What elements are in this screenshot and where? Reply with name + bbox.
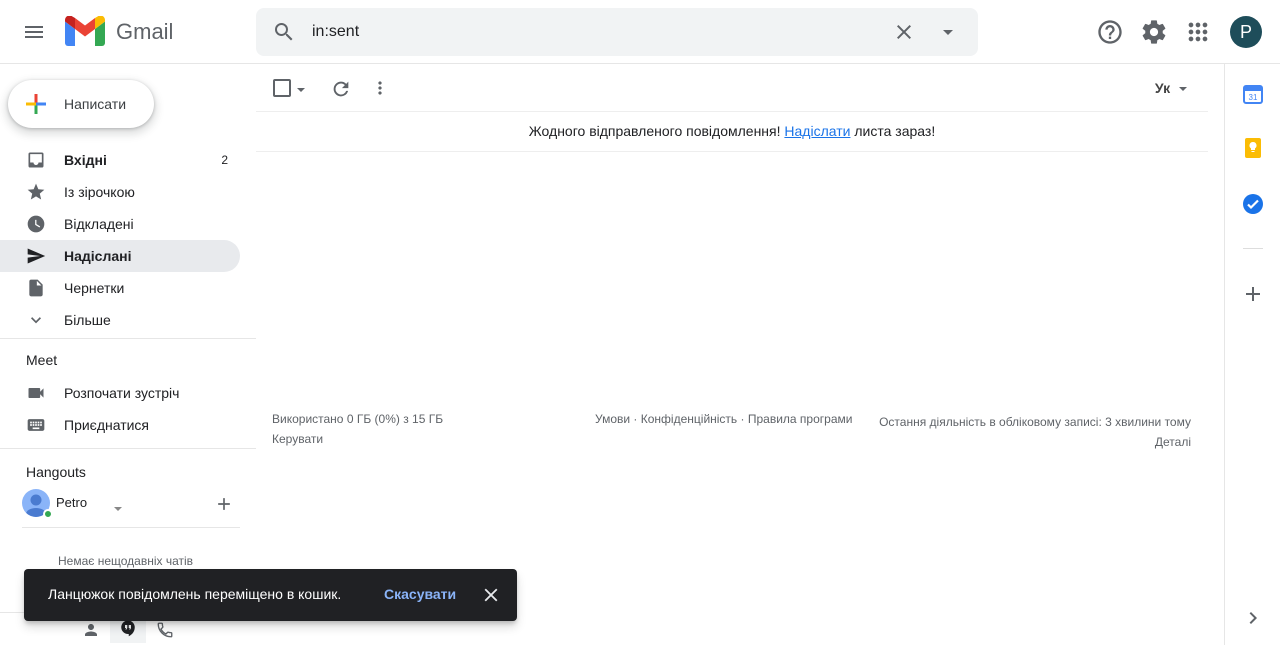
add-addon-plus-icon[interactable] <box>1241 282 1265 311</box>
calendar-day: 31 <box>1249 93 1258 102</box>
sidebar-item-label: Відкладені <box>64 216 134 232</box>
side-panel: 31 <box>1224 64 1280 645</box>
search-bar <box>256 8 978 56</box>
chevron-right-icon[interactable] <box>1241 606 1265 635</box>
nav-list: Вхідні 2 Із зірочкою Відкладені Надіслан… <box>0 144 240 336</box>
snackbar-notification: Ланцюжок повідомлень переміщено в кошик.… <box>24 569 517 621</box>
star-icon <box>26 182 46 202</box>
sidebar-item-drafts[interactable]: Чернетки <box>0 272 240 304</box>
program-policies-link[interactable]: Правила програми <box>748 412 853 426</box>
gmail-logo-icon[interactable] <box>65 15 105 51</box>
caret-down-icon <box>1179 87 1187 92</box>
clear-search-icon[interactable] <box>892 20 916 49</box>
phone-call-icon[interactable] <box>156 621 174 644</box>
keyboard-icon <box>26 415 46 440</box>
main-content: Ук Жодного відправленого повідомлення! Н… <box>256 64 1224 645</box>
sidebar-item-snoozed[interactable]: Відкладені <box>0 208 240 240</box>
compose-button[interactable]: Написати <box>8 80 154 128</box>
meet-join-label: Приєднатися <box>64 417 150 433</box>
divider <box>1243 248 1263 249</box>
no-recent-chats-text: Немає нещодавніх чатів <box>58 554 194 568</box>
settings-gear-icon[interactable] <box>1140 18 1168 46</box>
sidebar: Написати Вхідні 2 Із зірочкою Відкладені <box>0 64 256 645</box>
sidebar-item-inbox[interactable]: Вхідні 2 <box>0 144 240 176</box>
sidebar-item-more[interactable]: Більше <box>0 304 240 336</box>
refresh-icon[interactable] <box>330 78 352 105</box>
manage-storage-link[interactable]: Керувати <box>272 432 323 446</box>
send-mail-link[interactable]: Надіслати <box>784 123 850 139</box>
last-activity-text: Остання діяльність в обліковому записі: … <box>879 415 1191 429</box>
storage-usage: Використано 0 ГБ (0%) з 15 ГБ <box>272 412 444 426</box>
empty-sent-message: Жодного відправленого повідомлення! Наді… <box>256 112 1208 152</box>
unread-count: 2 <box>221 153 228 167</box>
input-language-label: Ук <box>1154 80 1171 96</box>
meet-start-label: Розпочати зустріч <box>64 385 180 401</box>
gmail-logo-text[interactable]: Gmail <box>116 19 173 45</box>
select-all-checkbox[interactable] <box>272 78 292 103</box>
empty-text-after: листа зараз! <box>850 123 936 139</box>
sidebar-item-label: Вхідні <box>64 152 107 168</box>
undo-button[interactable]: Скасувати <box>384 586 456 602</box>
draft-file-icon <box>26 278 46 298</box>
main-menu-icon[interactable] <box>22 20 50 44</box>
calendar-icon[interactable]: 31 <box>1241 82 1265 111</box>
inbox-icon <box>26 150 46 170</box>
top-bar: Gmail P <box>0 0 1280 64</box>
privacy-link[interactable]: Конфіденційність <box>641 412 737 426</box>
divider <box>0 338 256 339</box>
search-icon[interactable] <box>272 20 296 49</box>
tasks-check-icon[interactable] <box>1241 192 1265 221</box>
footer-separator: · <box>737 412 748 426</box>
search-options-icon[interactable] <box>936 20 960 49</box>
online-status-dot <box>43 509 53 519</box>
divider <box>22 527 240 528</box>
select-options-caret-icon[interactable] <box>296 82 306 100</box>
apps-grid-icon[interactable] <box>1184 18 1212 46</box>
terms-link[interactable]: Умови <box>595 412 630 426</box>
caret-down-icon <box>114 499 122 517</box>
footer-links: Умови · Конфіденційність · Правила прогр… <box>595 412 852 426</box>
help-icon[interactable] <box>1096 18 1124 46</box>
close-icon[interactable] <box>480 584 502 611</box>
snackbar-message: Ланцюжок повідомлень переміщено в кошик. <box>48 586 342 602</box>
more-options-icon[interactable] <box>370 78 390 103</box>
hangouts-user[interactable]: Petro <box>22 489 162 519</box>
activity-details-link[interactable]: Деталі <box>872 432 1191 452</box>
add-chat-plus-icon[interactable] <box>214 494 234 519</box>
compose-plus-icon <box>24 92 48 121</box>
keep-lightbulb-icon[interactable] <box>1241 136 1265 165</box>
footer-separator: · <box>630 412 641 426</box>
sidebar-item-label: Чернетки <box>64 280 125 296</box>
sidebar-item-starred[interactable]: Із зірочкою <box>0 176 240 208</box>
list-toolbar: Ук <box>256 64 1208 112</box>
meet-join-meeting[interactable]: Приєднатися <box>0 409 240 441</box>
contacts-person-icon[interactable] <box>82 621 100 644</box>
sidebar-item-label: Із зірочкою <box>64 184 135 200</box>
divider <box>0 448 256 449</box>
chevron-down-icon <box>26 310 46 330</box>
search-input[interactable] <box>312 20 872 44</box>
empty-text-before: Жодного відправленого повідомлення! <box>528 123 785 139</box>
input-language-toggle[interactable]: Ук <box>1155 80 1188 96</box>
hangouts-user-name: Petro <box>56 495 88 510</box>
sidebar-item-label: Більше <box>64 312 111 328</box>
meet-start-meeting[interactable]: Розпочати зустріч <box>0 377 240 409</box>
compose-label: Написати <box>64 96 127 112</box>
sidebar-item-sent[interactable]: Надіслані <box>0 240 240 272</box>
sidebar-item-label: Надіслані <box>64 248 132 264</box>
clock-icon <box>26 214 46 234</box>
hangouts-section-title: Hangouts <box>26 464 86 480</box>
send-icon <box>26 246 46 266</box>
meet-section-title: Meet <box>26 352 58 368</box>
video-camera-icon <box>26 383 46 408</box>
account-avatar[interactable]: P <box>1230 16 1262 48</box>
account-activity: Остання діяльність в обліковому записі: … <box>872 412 1191 452</box>
